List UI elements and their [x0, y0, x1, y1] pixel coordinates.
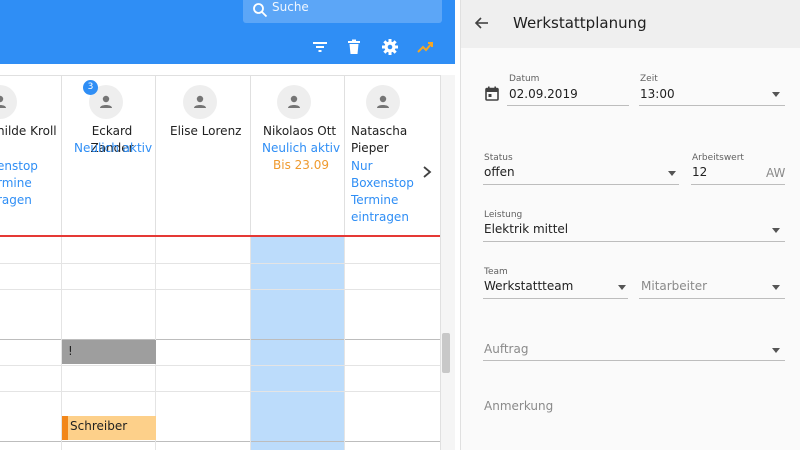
employee-name: hilde Kroll — [0, 124, 57, 138]
grid-column-line — [250, 237, 251, 450]
person-icon — [194, 95, 206, 108]
search-field[interactable]: Suche — [243, 0, 442, 23]
availability-until: Bis 23.09 — [273, 158, 329, 172]
employee-status-line: Termine — [351, 193, 399, 207]
employee-column[interactable]: Natascha Pieper Nur Boxenstop Termine ei… — [345, 76, 440, 236]
leistung-label: Leistung — [484, 210, 523, 220]
settings-icon[interactable] — [381, 38, 399, 56]
employee-status-line: Nur — [351, 159, 373, 173]
employee-status-line: Boxenstop — [351, 176, 414, 190]
grid-row-line — [0, 289, 440, 290]
mitarbeiter-underline — [639, 298, 785, 299]
employee-status-line: Neulich aktiv — [262, 141, 341, 155]
employee-status-line: rmine — [0, 176, 32, 190]
zeit-label: Zeit — [640, 74, 658, 84]
datum-field[interactable]: 02.09.2019 — [509, 87, 578, 101]
zeit-underline — [639, 105, 785, 106]
delete-icon[interactable] — [345, 38, 363, 56]
trending-up-icon[interactable] — [417, 38, 435, 56]
panel-title: Werkstattplanung — [513, 14, 647, 32]
arbeitswert-input[interactable]: 12 — [692, 165, 707, 179]
employee-status-line: enstop — [0, 159, 38, 173]
auftrag-underline — [483, 360, 785, 361]
status-select[interactable]: offen — [484, 165, 515, 179]
datum-label: Datum — [509, 74, 540, 84]
status-underline — [483, 184, 679, 185]
team-select[interactable]: Werkstattteam — [484, 279, 573, 293]
employee-name: Nikolaos Ott — [263, 124, 337, 138]
avatar — [277, 85, 311, 119]
chevron-down-icon[interactable] — [772, 285, 780, 290]
employee-status-line: ragen — [0, 193, 32, 207]
grid-row-line — [0, 365, 440, 366]
panel-header: Werkstattplanung — [461, 0, 800, 48]
status-label: Status — [484, 153, 513, 163]
employee-name: Elise Lorenz — [170, 124, 242, 138]
search-icon — [253, 3, 268, 18]
person-icon — [377, 95, 389, 108]
employee-status-line: Neulich aktiv — [74, 141, 153, 155]
anmerkung-textarea[interactable]: Anmerkung — [484, 399, 553, 413]
chevron-down-icon[interactable] — [668, 171, 676, 176]
employee-name-first: Natascha — [351, 124, 408, 138]
arbeitswert-unit: AW — [766, 166, 786, 180]
arbeitswert-underline — [691, 184, 785, 185]
grid-hour-line — [0, 441, 440, 442]
current-time-line — [0, 235, 440, 237]
person-icon — [0, 95, 6, 108]
person-icon — [288, 95, 300, 108]
appointment-block[interactable]: ! — [62, 340, 156, 364]
scheduler-area: Suche hilde Kroll enstop rmine ragen 3 E… — [0, 0, 455, 450]
employee-column[interactable]: hilde Kroll enstop rmine ragen — [0, 76, 62, 236]
avatar — [366, 85, 400, 119]
leistung-underline — [483, 241, 785, 242]
employee-column-headers: hilde Kroll enstop rmine ragen 3 Eckard … — [0, 75, 440, 236]
arbeitswert-label: Arbeitswert — [692, 153, 744, 163]
auftrag-select[interactable]: Auftrag — [484, 342, 528, 356]
employee-column[interactable]: Elise Lorenz — [156, 76, 251, 236]
person-icon — [100, 95, 112, 108]
planning-panel: Werkstattplanung Datum 02.09.2019 Zeit 1… — [460, 0, 800, 450]
scrollbar-thumb[interactable] — [442, 333, 450, 373]
datum-underline — [507, 105, 629, 106]
team-underline — [483, 298, 628, 299]
employee-status-line: eintragen — [351, 210, 409, 224]
arrow-back-icon[interactable] — [474, 15, 490, 31]
employee-column[interactable]: 3 Eckard Zander Neulich aktiv — [62, 76, 156, 236]
appointment-block[interactable]: Schreiber — [62, 416, 156, 440]
mitarbeiter-select[interactable]: Mitarbeiter — [641, 279, 707, 293]
grid-row-line — [0, 391, 440, 392]
avatar — [183, 85, 217, 119]
filter-icon[interactable] — [311, 38, 329, 56]
chevron-down-icon[interactable] — [772, 228, 780, 233]
team-label: Team — [484, 267, 508, 277]
employee-name-last: Pieper — [351, 141, 389, 155]
chevron-down-icon[interactable] — [618, 285, 626, 290]
leistung-select[interactable]: Elektrik mittel — [484, 222, 568, 236]
calendar-icon[interactable] — [485, 86, 499, 101]
grid-column-line — [344, 237, 345, 450]
zeit-select[interactable]: 13:00 — [640, 87, 675, 101]
notification-badge: 3 — [83, 80, 98, 95]
top-app-bar: Suche — [0, 0, 455, 64]
search-placeholder: Suche — [272, 0, 309, 14]
chevron-down-icon[interactable] — [772, 348, 780, 353]
avatar — [0, 85, 17, 119]
grid-row-line — [0, 263, 440, 264]
vertical-scrollbar[interactable] — [440, 75, 455, 450]
employee-column[interactable]: Nikolaos Ott Neulich aktiv Bis 23.09 — [251, 76, 345, 236]
chevron-down-icon[interactable] — [772, 92, 780, 97]
chevron-right-icon[interactable] — [421, 165, 433, 179]
